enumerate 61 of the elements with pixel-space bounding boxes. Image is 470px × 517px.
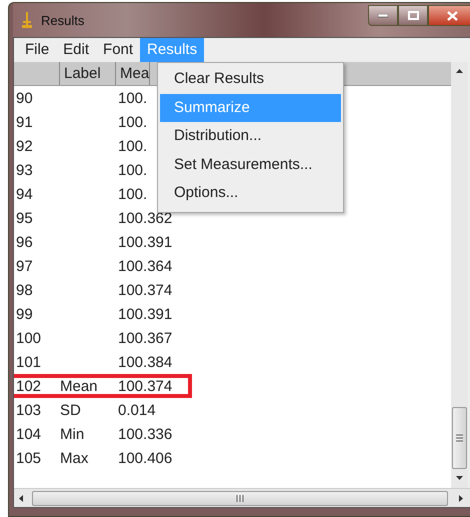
window-title: Results	[41, 12, 86, 28]
grip-icon	[456, 434, 463, 442]
table-cell-text: 97	[15, 258, 34, 274]
menu-option[interactable]: Distribution...	[160, 122, 341, 150]
table-cell-text: 96	[15, 234, 34, 250]
table-cell-text: 100.374	[118, 378, 174, 394]
menu-option[interactable]: Clear Results	[160, 65, 341, 94]
table-cell-text: 98	[15, 282, 34, 298]
vertical-scrollbar[interactable]	[451, 62, 468, 488]
table-cell-text: 0.014	[118, 402, 157, 418]
close-button[interactable]	[428, 5, 470, 26]
minimize-button[interactable]	[368, 5, 398, 26]
column-header: Mea	[116, 62, 150, 85]
close-icon	[446, 10, 458, 20]
table-cell-text: 100.384	[118, 354, 174, 370]
table-cell-text: Mean	[60, 378, 99, 394]
grip-icon	[236, 494, 244, 502]
maximize-icon	[408, 11, 418, 20]
scroll-left-icon[interactable]	[19, 494, 23, 502]
table-cell-text: 104	[15, 426, 42, 442]
table-cell-text: 103	[15, 402, 42, 418]
scrollbar-thumb[interactable]	[32, 490, 448, 506]
table-cell-text: 100.	[118, 90, 148, 106]
scroll-down-icon[interactable]	[456, 476, 463, 480]
minimize-icon	[378, 14, 388, 18]
table-cell-text: 91	[15, 114, 34, 130]
table-cell-text: 92	[15, 138, 34, 154]
table-cell-text: 100.362	[118, 210, 174, 226]
table-cell-text: 100.391	[118, 306, 174, 322]
table-cell-text: 100.391	[118, 234, 174, 250]
table-cell-text: Max	[60, 450, 90, 466]
table-cell-text: 105	[15, 450, 42, 466]
table-cell-text: 102	[15, 378, 42, 394]
table-cell-text: Min	[60, 426, 86, 442]
menu-item[interactable]: Font	[96, 38, 140, 62]
maximize-button[interactable]	[398, 5, 428, 26]
table-cell-text: 101	[15, 354, 42, 370]
table-cell-text: 95	[15, 210, 34, 226]
column-header: Label	[60, 62, 116, 85]
table-cell-text: 99	[15, 306, 34, 322]
table-cell-text: 100	[15, 330, 42, 346]
table-cell-text: 100.364	[118, 258, 174, 274]
scroll-up-icon[interactable]	[456, 68, 463, 72]
menu-option[interactable]: Options...	[160, 179, 341, 208]
table-cell-text: 94	[15, 186, 34, 202]
menu-option[interactable]: Set Measurements...	[160, 150, 341, 179]
table-cell-text: 100.336	[118, 426, 174, 442]
scroll-right-icon[interactable]	[459, 494, 463, 502]
table-cell-text: 100.406	[118, 450, 174, 466]
menu-item[interactable]: Edit	[56, 38, 96, 62]
table-cell-text: 100.	[118, 138, 148, 154]
table-cell-text: 90	[15, 90, 34, 106]
table-cell-text: 100.367	[118, 330, 174, 346]
scrollbar-thumb[interactable]	[452, 407, 467, 469]
table-cell-text: SD	[60, 402, 82, 418]
horizontal-scrollbar[interactable]	[14, 488, 470, 507]
app-icon	[21, 11, 33, 29]
table-cell-text: 100.	[118, 114, 148, 130]
table-cell-text: 100.374	[118, 282, 174, 298]
table-cell-text: 93	[15, 162, 34, 178]
menu-item[interactable]: File	[18, 38, 56, 62]
